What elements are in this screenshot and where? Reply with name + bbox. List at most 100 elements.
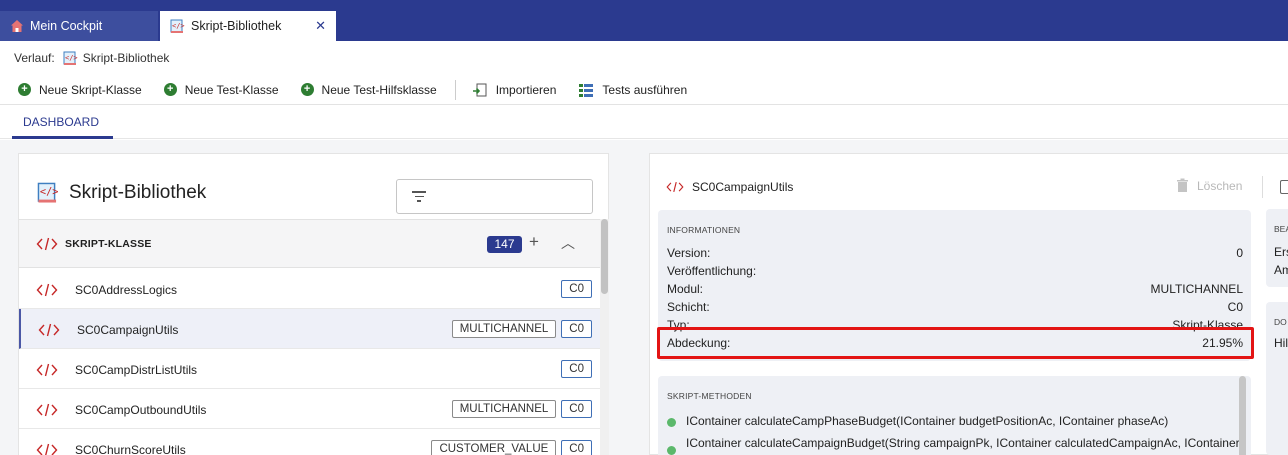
breadcrumb-item[interactable]: </> Skript-Bibliothek [63,51,170,66]
tab-label: Skript-Bibliothek [191,19,282,33]
method-signature: IContainer calculateCampPhaseBudget(ICon… [686,414,1169,428]
run-tests-icon [579,83,594,97]
script-library-icon: </> [170,19,185,33]
code-icon [36,363,58,377]
list-item[interactable]: SC0CampOutboundUtils MULTICHANNEL C0 [19,389,600,429]
info-key: Version: [667,246,711,260]
methods-scrollbar[interactable] [1239,376,1247,455]
list-item-selected[interactable]: SC0CampaignUtils MULTICHANNEL C0 [19,309,600,349]
add-circle-icon: + [300,83,314,96]
layer-tag: C0 [561,400,592,418]
button-label: Tests ausführen [602,82,688,97]
button-label: Löschen [1197,178,1243,193]
info-row-version: Version: 0 [667,246,1243,264]
run-tests-button[interactable]: Tests ausführen [578,82,687,98]
script-library-panel: </> Skript-Bibliothek SKRIPT-KLASSE 147 … [18,153,609,455]
close-icon[interactable]: ✕ [315,18,326,34]
panel-title: </> Skript-Bibliothek [37,182,206,204]
code-icon [36,237,58,251]
info-value: MULTICHANNEL [1150,282,1243,296]
button-label: Importieren [495,82,557,97]
code-icon [36,403,58,417]
tab-label: Mein Cockpit [30,19,103,33]
code-icon [36,443,58,455]
detail-header: SC0CampaignUtils [666,180,793,194]
svg-text:</>: </> [172,22,185,30]
info-row-module: Modul: MULTICHANNEL [667,282,1243,300]
button-label: Neue Test-Klasse [184,82,279,97]
info-key: Modul: [667,282,704,296]
panel-title-text: Skript-Bibliothek [69,182,207,203]
add-circle-icon: + [18,83,31,96]
info-value: C0 [1227,300,1243,314]
import-button[interactable]: Importieren [472,82,557,98]
tab-dashboard[interactable]: DASHBOARD [12,106,113,139]
tab-skript-bibliothek[interactable]: </> Skript-Bibliothek ✕ [160,11,336,41]
detail-panel: SC0CampaignUtils Löschen INFORMATIONEN V… [649,153,1288,455]
group-label: SKRIPT-KLASSE [65,238,152,250]
script-methods-card: SKRIPT-METHODEN IContainer calculateCamp… [658,376,1251,455]
list-scrollbar[interactable] [600,219,609,455]
code-icon [38,323,60,337]
list-item[interactable]: SC0AddressLogics C0 [19,269,600,309]
layer-tag: C0 [561,440,592,455]
trash-icon [1177,178,1188,192]
side-line: Am [1274,263,1288,277]
plus-icon[interactable]: + [529,232,539,252]
scrollbar-thumb[interactable] [601,219,608,294]
side-card-partial: DO Hil [1266,302,1288,455]
group-header-script-class[interactable]: SKRIPT-KLASSE 147 + ︿ [19,219,600,268]
tab-mein-cockpit[interactable]: Mein Cockpit [0,11,158,41]
side-card-partial: BEA Ers Am [1266,209,1288,287]
toolbar-divider [454,79,456,100]
layer-tag: C0 [561,280,592,298]
layer-tag: C0 [561,360,592,378]
script-library-icon: </> [63,51,78,65]
side-line: Hil [1274,336,1288,350]
list-item-name: SC0CampOutboundUtils [75,403,207,417]
list-item-name: SC0CampaignUtils [77,323,179,337]
filter-icon [411,191,427,203]
more-actions-icon[interactable] [1280,180,1288,194]
status-dot-icon [667,446,676,455]
home-icon [11,20,23,32]
breadcrumb: Verlauf: </> Skript-Bibliothek [0,41,1288,75]
side-line: Ers [1274,245,1288,259]
card-title: DO [1274,317,1287,327]
list-item[interactable]: SC0ChurnScoreUtils CUSTOMER_VALUE C0 [19,429,600,455]
breadcrumb-prefix: Verlauf: [14,51,55,65]
detail-title: SC0CampaignUtils [692,180,794,194]
method-signature: IContainer calculateCampaignBudget(Strin… [686,436,1240,450]
card-title: INFORMATIONEN [667,225,741,235]
layer-tag: C0 [561,320,592,338]
count-badge: 147 [487,236,522,253]
filter-input[interactable] [396,179,593,214]
info-value: 0 [1236,246,1243,260]
new-test-class-button[interactable]: + Neue Test-Klasse [163,82,279,97]
scrollbar-thumb[interactable] [1239,376,1246,455]
breadcrumb-item-label: Skript-Bibliothek [82,51,170,65]
info-key: Schicht: [667,300,710,314]
list-item[interactable]: SC0CampDistrListUtils C0 [19,349,600,389]
window-tab-bar: Mein Cockpit </> Skript-Bibliothek ✕ [0,0,1288,41]
svg-text:</>: </> [65,54,78,62]
new-script-class-button[interactable]: + Neue Skript-Klasse [18,83,142,97]
chevron-up-icon[interactable]: ︿ [561,233,575,253]
code-icon [36,283,58,297]
list-item-name: SC0ChurnScoreUtils [75,443,186,455]
delete-button[interactable]: Löschen [1176,178,1242,193]
script-library-icon: </> [37,182,58,203]
info-key: Veröffentlichung: [667,264,757,278]
toolbar: + Neue Skript-Klasse + Neue Test-Klasse … [0,75,1288,105]
coverage-highlight-box [657,327,1254,359]
card-title: SKRIPT-METHODEN [667,391,752,401]
button-label: Neue Skript-Klasse [39,82,142,97]
module-tag: MULTICHANNEL [451,320,557,338]
card-title: BEA [1274,224,1288,234]
button-label: Neue Test-Hilfsklasse [321,82,437,97]
toolbar-divider [1262,176,1263,198]
module-tag: CUSTOMER_VALUE [431,440,557,455]
code-icon [666,181,684,193]
new-test-helper-button[interactable]: + Neue Test-Hilfsklasse [300,82,437,97]
list-item-name: SC0AddressLogics [75,283,178,297]
